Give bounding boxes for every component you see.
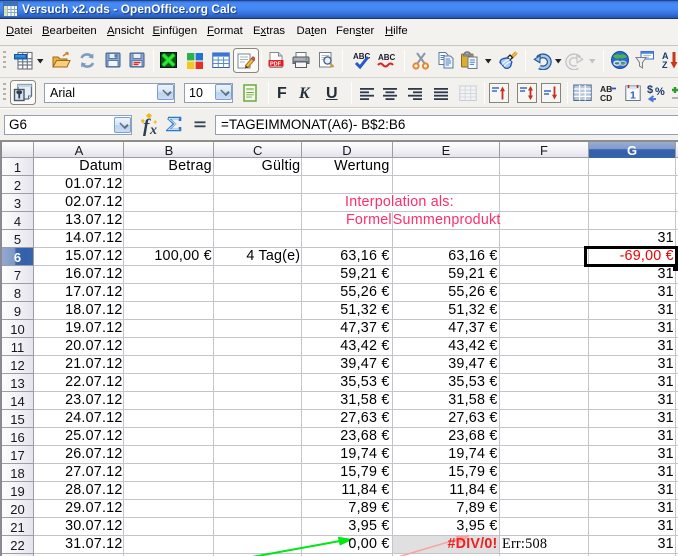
svg-text:x: x xyxy=(149,123,157,138)
svg-text:ABC: ABC xyxy=(378,53,396,62)
svg-text:1: 1 xyxy=(630,90,636,102)
svg-text:$: $ xyxy=(647,84,653,96)
svg-text:%: % xyxy=(655,86,665,98)
svg-text:CD: CD xyxy=(600,93,612,102)
svg-text:ABC: ABC xyxy=(353,52,371,61)
svg-text:Z: Z xyxy=(662,60,668,70)
svg-text:PDF: PDF xyxy=(270,61,282,67)
